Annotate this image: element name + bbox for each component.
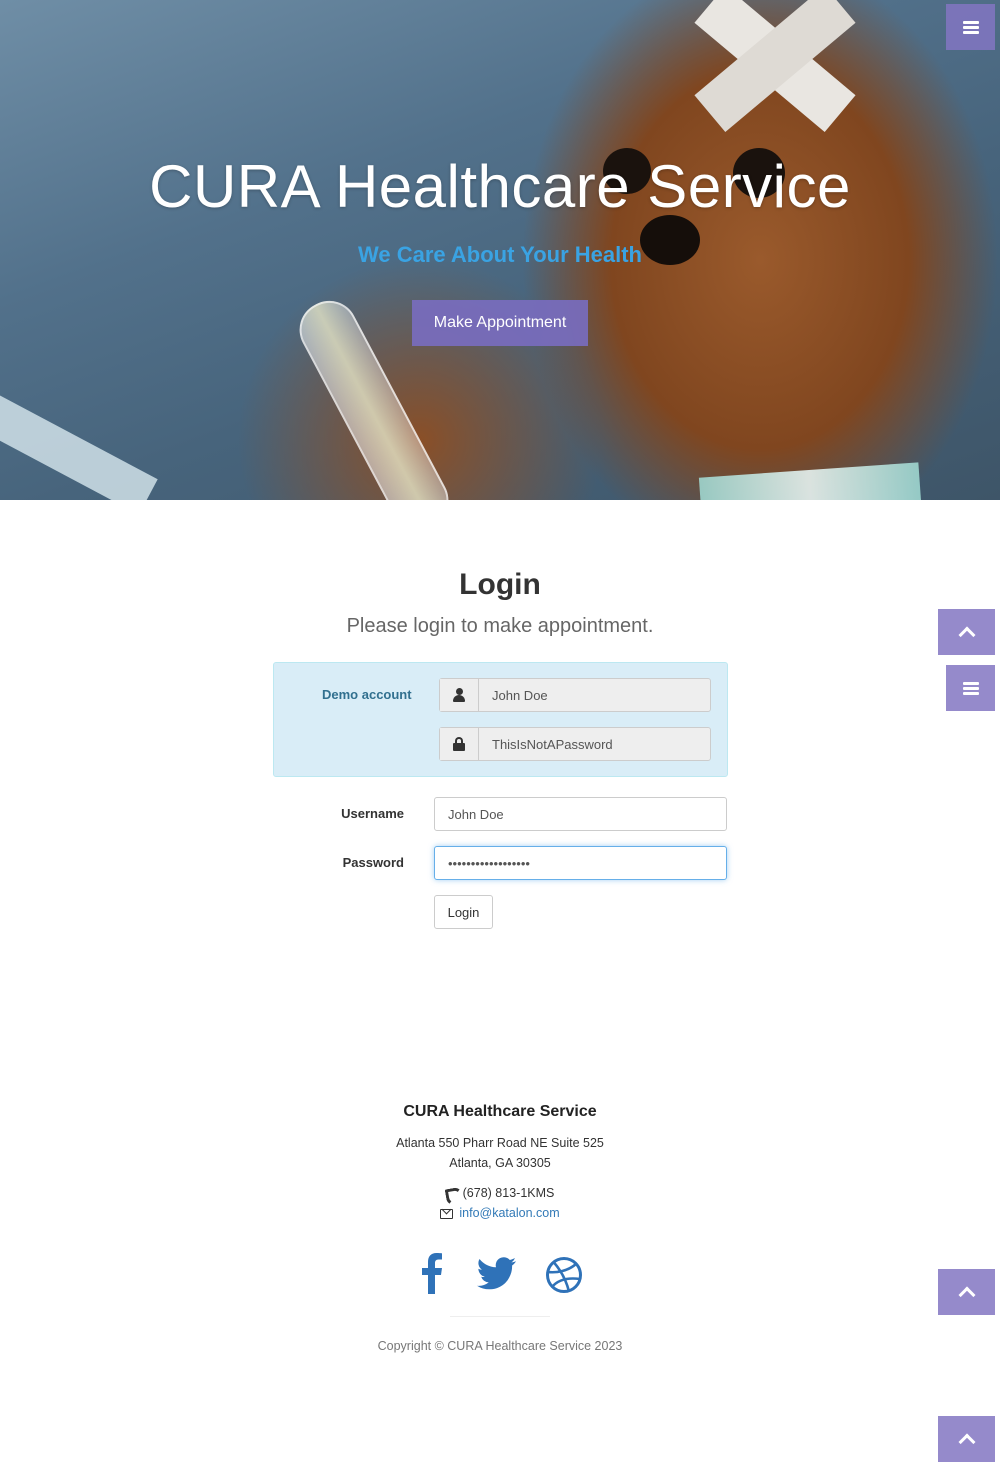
hero-decoration — [0, 385, 158, 500]
lock-icon — [440, 728, 479, 760]
scroll-top-button[interactable] — [938, 1416, 995, 1462]
hero-subtitle: We Care About Your Health — [357, 242, 642, 267]
password-input[interactable] — [434, 846, 727, 880]
demo-account-label: Demo account — [322, 687, 412, 702]
hero-title: CURA Healthcare Service — [149, 153, 851, 220]
menu-bars-icon — [962, 20, 979, 34]
user-icon — [440, 679, 479, 711]
hero-banner: CURA Healthcare Service We Care About Yo… — [0, 0, 1000, 500]
facebook-icon[interactable] — [418, 1252, 444, 1299]
twitter-icon[interactable] — [477, 1257, 517, 1296]
menu-toggle-button[interactable] — [946, 665, 995, 711]
footer-address-line2: Atlanta, GA 30305 — [449, 1156, 551, 1170]
chevron-up-icon — [958, 1433, 975, 1451]
dribbble-icon[interactable] — [545, 1256, 583, 1299]
menu-bars-icon — [962, 681, 979, 695]
envelope-icon — [440, 1208, 454, 1219]
footer-email-link[interactable]: info@katalon.com — [459, 1206, 559, 1220]
footer-email: info@katalon.com — [0, 1206, 1000, 1220]
copyright-text: Copyright © CURA Healthcare Service 2023 — [377, 1339, 623, 1353]
footer-phone: (678) 813-1KMS — [0, 1186, 1000, 1200]
footer-address-line1: Atlanta 550 Pharr Road NE Suite 525 — [396, 1136, 604, 1150]
login-button[interactable]: Login — [434, 895, 493, 929]
footer-title: CURA Healthcare Service — [403, 1103, 597, 1120]
username-label: Username — [341, 806, 404, 821]
login-subtitle: Please login to make appointment. — [346, 615, 654, 637]
chevron-up-icon — [958, 1286, 975, 1304]
scroll-top-button[interactable] — [938, 1269, 995, 1315]
username-input[interactable] — [434, 797, 727, 831]
make-appointment-button[interactable]: Make Appointment — [412, 300, 588, 346]
demo-password-field: ThisIsNotAPassword — [439, 727, 711, 761]
login-title: Login — [459, 568, 541, 601]
demo-username-field: John Doe — [439, 678, 711, 712]
menu-toggle-button[interactable] — [946, 4, 995, 50]
phone-icon — [446, 1188, 457, 1199]
password-label: Password — [342, 855, 404, 870]
footer-divider — [450, 1316, 550, 1317]
demo-password-value: ThisIsNotAPassword — [492, 736, 613, 752]
footer-phone-text: (678) 813-1KMS — [462, 1186, 555, 1200]
hero-decoration — [698, 462, 922, 500]
demo-username-value: John Doe — [492, 687, 548, 703]
